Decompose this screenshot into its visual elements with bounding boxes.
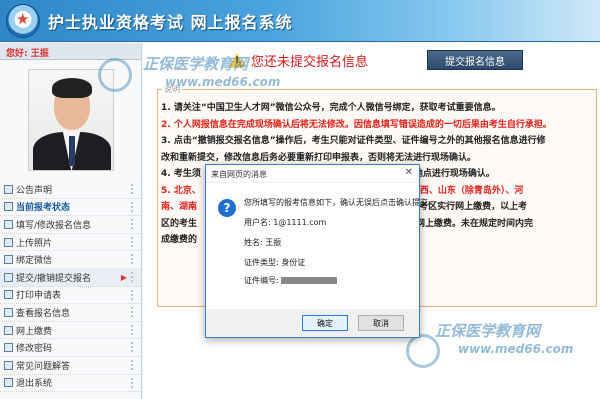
wechat-icon xyxy=(4,255,13,265)
watermark-text: 正保医学教育网 xyxy=(435,322,541,340)
sidebar-item-view-info[interactable]: 查看报名信息 xyxy=(0,304,141,322)
current-arrow-icon: ▶ xyxy=(120,272,127,282)
sidebar-menu: 公告声明 当前报考状态 填写/修改报名信息 上传照片 绑定微信 提交/撤销提交报… xyxy=(0,181,141,393)
question-icon xyxy=(4,360,13,370)
sidebar-item-payment[interactable]: 网上缴费 xyxy=(0,322,141,340)
sidebar-item-password[interactable]: 修改密码 xyxy=(0,339,141,357)
dialog-footer: 确定 取消 xyxy=(206,309,419,337)
watermark-logo xyxy=(406,334,440,368)
notice-line: 3. 点击“撤销报交报名信息”操作后，考生只能对证件类型、证件编号之外的其他报名… xyxy=(161,136,546,146)
sidebar-item-print[interactable]: 打印申请表 xyxy=(0,287,141,305)
watermark-text: 正保医学教育网 xyxy=(143,55,249,73)
site-logo xyxy=(6,4,40,38)
watermark-url: www.med66.com xyxy=(458,342,574,356)
edit-icon xyxy=(4,219,13,229)
view-icon xyxy=(4,307,13,317)
sidebar-item-faq[interactable]: 常见问题解答 xyxy=(0,357,141,375)
sidebar-item-submit[interactable]: 提交/撤销提交报名 ▶ xyxy=(0,268,141,287)
cancel-button[interactable]: 取消 xyxy=(358,315,404,331)
sidebar-item-bind-wechat[interactable]: 绑定微信 xyxy=(0,251,141,269)
sidebar-item-status[interactable]: 当前报考状态 xyxy=(0,199,141,217)
sidebar-item-announcement[interactable]: 公告声明 xyxy=(0,181,141,199)
dialog-id-number: 证件编号: xyxy=(244,275,338,286)
dialog-id-type: 证件类型: 身份证 xyxy=(244,258,306,267)
status-icon xyxy=(4,202,13,212)
confirm-dialog: 来自网页的消息 ✕ ? 您所填写的报考信息如下，确认无误后点击确认提交。 用户名… xyxy=(205,164,436,338)
dialog-title: 来自网页的消息 ✕ xyxy=(206,165,419,183)
notice-line: 1. 请关注“中国卫生人才网”微信公众号，完成个人微信号绑定，获取考试重要信息。 xyxy=(161,103,501,113)
app-header: 护士执业资格考试 网上报名系统 xyxy=(0,0,600,42)
dialog-message: 您所填写的报考信息如下，确认无误后点击确认提交。 xyxy=(244,198,436,207)
submit-icon xyxy=(4,272,13,282)
sidebar-item-edit-info[interactable]: 填写/修改报名信息 xyxy=(0,216,141,234)
watermark-logo xyxy=(98,58,132,92)
watermark-url: www.med66.com xyxy=(165,75,281,89)
question-icon: ? xyxy=(218,199,236,217)
dialog-username: 用户名: 1@1111.com xyxy=(244,218,327,227)
sidebar-item-logout[interactable]: 退出系统 xyxy=(0,375,141,393)
redacted-mask xyxy=(281,277,338,284)
sidebar: 您好: 王振 公告声明 当前报考状态 填写/修改报名信息 上传照片 绑定微信 提… xyxy=(0,43,142,399)
print-icon xyxy=(4,290,13,300)
close-icon[interactable]: ✕ xyxy=(405,167,413,178)
system-title: 护士执业资格考试 网上报名系统 xyxy=(48,13,293,32)
submit-info-button[interactable]: 提交报名信息 xyxy=(427,50,523,70)
dialog-name: 姓名: 王振 xyxy=(244,238,282,247)
status-row: 您还未提交报名信息 xyxy=(229,51,368,70)
ok-button[interactable]: 确定 xyxy=(302,315,348,331)
notice-line: 2. 个人网报信息在完成现场确认后将无法修改。因信息填写错误造成的一切后果由考生… xyxy=(161,119,552,130)
document-icon xyxy=(4,184,13,194)
user-greeting: 您好: 王振 xyxy=(0,43,141,60)
payment-icon xyxy=(4,325,13,335)
status-text: 您还未提交报名信息 xyxy=(251,55,369,70)
key-icon xyxy=(4,343,13,353)
sidebar-item-upload-photo[interactable]: 上传照片 xyxy=(0,234,141,252)
upload-icon xyxy=(4,237,13,247)
logout-icon xyxy=(4,378,13,388)
